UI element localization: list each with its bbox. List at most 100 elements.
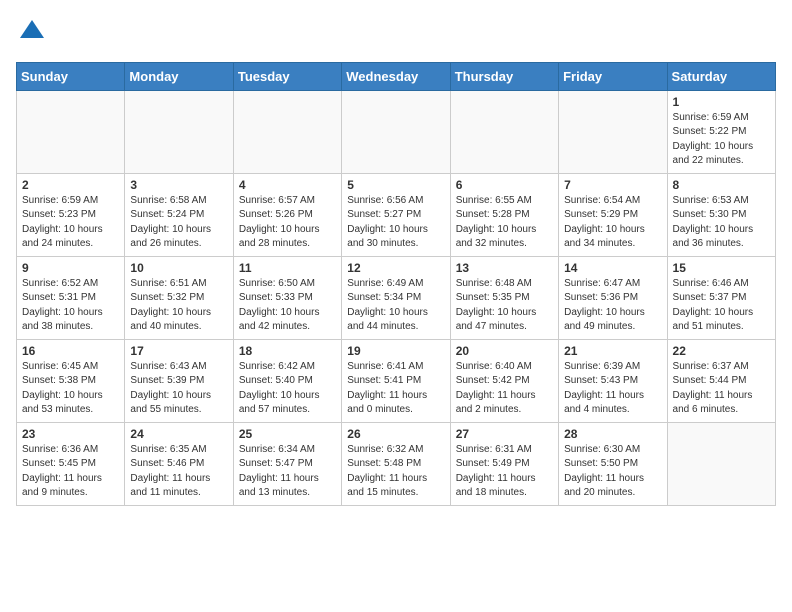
calendar-cell: 3 Sunrise: 6:58 AM Sunset: 5:24 PM Daylig… bbox=[125, 173, 233, 256]
logo bbox=[16, 16, 46, 50]
calendar-week-row: 1 Sunrise: 6:59 AM Sunset: 5:22 PM Daylig… bbox=[17, 90, 776, 173]
day-number: 8 bbox=[673, 178, 770, 192]
calendar-cell bbox=[17, 90, 125, 173]
calendar-cell: 1 Sunrise: 6:59 AM Sunset: 5:22 PM Daylig… bbox=[667, 90, 775, 173]
calendar-cell: 6 Sunrise: 6:55 AM Sunset: 5:28 PM Daylig… bbox=[450, 173, 558, 256]
calendar-cell: 9 Sunrise: 6:52 AM Sunset: 5:31 PM Daylig… bbox=[17, 256, 125, 339]
day-info: Sunrise: 6:59 AM Sunset: 5:23 PM Dayligh… bbox=[22, 194, 119, 252]
calendar-week-row: 16 Sunrise: 6:45 AM Sunset: 5:38 PM Dayli… bbox=[17, 339, 776, 422]
day-info: Sunrise: 6:55 AM Sunset: 5:28 PM Dayligh… bbox=[456, 194, 553, 252]
day-info: Sunrise: 6:49 AM Sunset: 5:34 PM Dayligh… bbox=[347, 277, 444, 335]
day-info: Sunrise: 6:34 AM Sunset: 5:47 PM Dayligh… bbox=[239, 443, 336, 501]
calendar-table: SundayMondayTuesdayWednesdayThursdayFrid… bbox=[16, 62, 776, 506]
calendar-cell: 15Sunrise: 6:46 AM Sunset: 5:37 PM Dayli… bbox=[667, 256, 775, 339]
calendar-cell: 28 Sunrise: 6:30 AM Sunset: 5:50 PM Dayli… bbox=[559, 422, 667, 505]
day-info: Sunrise: 6:59 AM Sunset: 5:22 PM Dayligh… bbox=[673, 111, 770, 169]
calendar-cell: 10 Sunrise: 6:51 AM Sunset: 5:32 PM Dayli… bbox=[125, 256, 233, 339]
calendar-cell: 24 Sunrise: 6:35 AM Sunset: 5:46 PM Dayli… bbox=[125, 422, 233, 505]
calendar-cell: 17 Sunrise: 6:43 AM Sunset: 5:39 PM Dayli… bbox=[125, 339, 233, 422]
calendar-cell bbox=[450, 90, 558, 173]
calendar-cell: 12 Sunrise: 6:49 AM Sunset: 5:34 PM Dayli… bbox=[342, 256, 450, 339]
calendar-week-row: 2 Sunrise: 6:59 AM Sunset: 5:23 PM Daylig… bbox=[17, 173, 776, 256]
day-number: 18 bbox=[239, 344, 336, 358]
day-number: 21 bbox=[564, 344, 661, 358]
day-number: 11 bbox=[239, 261, 336, 275]
calendar-cell: 20 Sunrise: 6:40 AM Sunset: 5:42 PM Dayli… bbox=[450, 339, 558, 422]
day-number: 9 bbox=[22, 261, 119, 275]
day-number: 4 bbox=[239, 178, 336, 192]
calendar-cell: 25 Sunrise: 6:34 AM Sunset: 5:47 PM Dayli… bbox=[233, 422, 341, 505]
calendar-cell bbox=[559, 90, 667, 173]
day-number: 28 bbox=[564, 427, 661, 441]
day-info: Sunrise: 6:57 AM Sunset: 5:26 PM Dayligh… bbox=[239, 194, 336, 252]
calendar-cell: 26Sunrise: 6:32 AM Sunset: 5:48 PM Dayli… bbox=[342, 422, 450, 505]
day-info: Sunrise: 6:37 AM Sunset: 5:44 PM Dayligh… bbox=[673, 360, 770, 418]
day-number: 19 bbox=[347, 344, 444, 358]
day-info: Sunrise: 6:43 AM Sunset: 5:39 PM Dayligh… bbox=[130, 360, 227, 418]
calendar-cell: 23 Sunrise: 6:36 AM Sunset: 5:45 PM Dayli… bbox=[17, 422, 125, 505]
day-info: Sunrise: 6:41 AM Sunset: 5:41 PM Dayligh… bbox=[347, 360, 444, 418]
page-header bbox=[16, 16, 776, 50]
calendar-cell: 7 Sunrise: 6:54 AM Sunset: 5:29 PM Daylig… bbox=[559, 173, 667, 256]
day-number: 2 bbox=[22, 178, 119, 192]
calendar-header-row: SundayMondayTuesdayWednesdayThursdayFrid… bbox=[17, 62, 776, 90]
day-number: 17 bbox=[130, 344, 227, 358]
day-number: 26 bbox=[347, 427, 444, 441]
day-number: 20 bbox=[456, 344, 553, 358]
day-number: 22 bbox=[673, 344, 770, 358]
day-info: Sunrise: 6:42 AM Sunset: 5:40 PM Dayligh… bbox=[239, 360, 336, 418]
calendar-cell: 14 Sunrise: 6:47 AM Sunset: 5:36 PM Dayli… bbox=[559, 256, 667, 339]
day-info: Sunrise: 6:53 AM Sunset: 5:30 PM Dayligh… bbox=[673, 194, 770, 252]
day-number: 25 bbox=[239, 427, 336, 441]
day-number: 14 bbox=[564, 261, 661, 275]
day-number: 13 bbox=[456, 261, 553, 275]
day-number: 7 bbox=[564, 178, 661, 192]
day-number: 27 bbox=[456, 427, 553, 441]
day-number: 12 bbox=[347, 261, 444, 275]
day-number: 10 bbox=[130, 261, 227, 275]
day-info: Sunrise: 6:45 AM Sunset: 5:38 PM Dayligh… bbox=[22, 360, 119, 418]
logo-triangle-icon bbox=[18, 16, 46, 44]
calendar-week-row: 9 Sunrise: 6:52 AM Sunset: 5:31 PM Daylig… bbox=[17, 256, 776, 339]
day-info: Sunrise: 6:36 AM Sunset: 5:45 PM Dayligh… bbox=[22, 443, 119, 501]
day-info: Sunrise: 6:48 AM Sunset: 5:35 PM Dayligh… bbox=[456, 277, 553, 335]
day-number: 1 bbox=[673, 95, 770, 109]
day-info: Sunrise: 6:31 AM Sunset: 5:49 PM Dayligh… bbox=[456, 443, 553, 501]
col-header-thursday: Thursday bbox=[450, 62, 558, 90]
col-header-tuesday: Tuesday bbox=[233, 62, 341, 90]
calendar-cell: 2 Sunrise: 6:59 AM Sunset: 5:23 PM Daylig… bbox=[17, 173, 125, 256]
col-header-monday: Monday bbox=[125, 62, 233, 90]
calendar-cell: 4 Sunrise: 6:57 AM Sunset: 5:26 PM Daylig… bbox=[233, 173, 341, 256]
day-number: 5 bbox=[347, 178, 444, 192]
calendar-cell: 13 Sunrise: 6:48 AM Sunset: 5:35 PM Dayli… bbox=[450, 256, 558, 339]
col-header-sunday: Sunday bbox=[17, 62, 125, 90]
day-info: Sunrise: 6:46 AM Sunset: 5:37 PM Dayligh… bbox=[673, 277, 770, 335]
calendar-week-row: 23 Sunrise: 6:36 AM Sunset: 5:45 PM Dayli… bbox=[17, 422, 776, 505]
day-number: 16 bbox=[22, 344, 119, 358]
calendar-cell: 22 Sunrise: 6:37 AM Sunset: 5:44 PM Dayli… bbox=[667, 339, 775, 422]
day-info: Sunrise: 6:52 AM Sunset: 5:31 PM Dayligh… bbox=[22, 277, 119, 335]
day-info: Sunrise: 6:50 AM Sunset: 5:33 PM Dayligh… bbox=[239, 277, 336, 335]
calendar-cell bbox=[125, 90, 233, 173]
calendar-cell: 11 Sunrise: 6:50 AM Sunset: 5:33 PM Dayli… bbox=[233, 256, 341, 339]
day-number: 3 bbox=[130, 178, 227, 192]
day-info: Sunrise: 6:47 AM Sunset: 5:36 PM Dayligh… bbox=[564, 277, 661, 335]
day-info: Sunrise: 6:58 AM Sunset: 5:24 PM Dayligh… bbox=[130, 194, 227, 252]
day-info: Sunrise: 6:51 AM Sunset: 5:32 PM Dayligh… bbox=[130, 277, 227, 335]
day-number: 23 bbox=[22, 427, 119, 441]
day-info: Sunrise: 6:30 AM Sunset: 5:50 PM Dayligh… bbox=[564, 443, 661, 501]
day-number: 6 bbox=[456, 178, 553, 192]
day-info: Sunrise: 6:40 AM Sunset: 5:42 PM Dayligh… bbox=[456, 360, 553, 418]
calendar-cell: 16 Sunrise: 6:45 AM Sunset: 5:38 PM Dayli… bbox=[17, 339, 125, 422]
col-header-saturday: Saturday bbox=[667, 62, 775, 90]
day-info: Sunrise: 6:35 AM Sunset: 5:46 PM Dayligh… bbox=[130, 443, 227, 501]
calendar-cell: 21Sunrise: 6:39 AM Sunset: 5:43 PM Dayli… bbox=[559, 339, 667, 422]
day-info: Sunrise: 6:56 AM Sunset: 5:27 PM Dayligh… bbox=[347, 194, 444, 252]
calendar-cell bbox=[342, 90, 450, 173]
calendar-cell: 5 Sunrise: 6:56 AM Sunset: 5:27 PM Daylig… bbox=[342, 173, 450, 256]
calendar-cell: 18 Sunrise: 6:42 AM Sunset: 5:40 PM Dayli… bbox=[233, 339, 341, 422]
col-header-friday: Friday bbox=[559, 62, 667, 90]
day-number: 24 bbox=[130, 427, 227, 441]
calendar-cell: 27 Sunrise: 6:31 AM Sunset: 5:49 PM Dayli… bbox=[450, 422, 558, 505]
day-info: Sunrise: 6:54 AM Sunset: 5:29 PM Dayligh… bbox=[564, 194, 661, 252]
